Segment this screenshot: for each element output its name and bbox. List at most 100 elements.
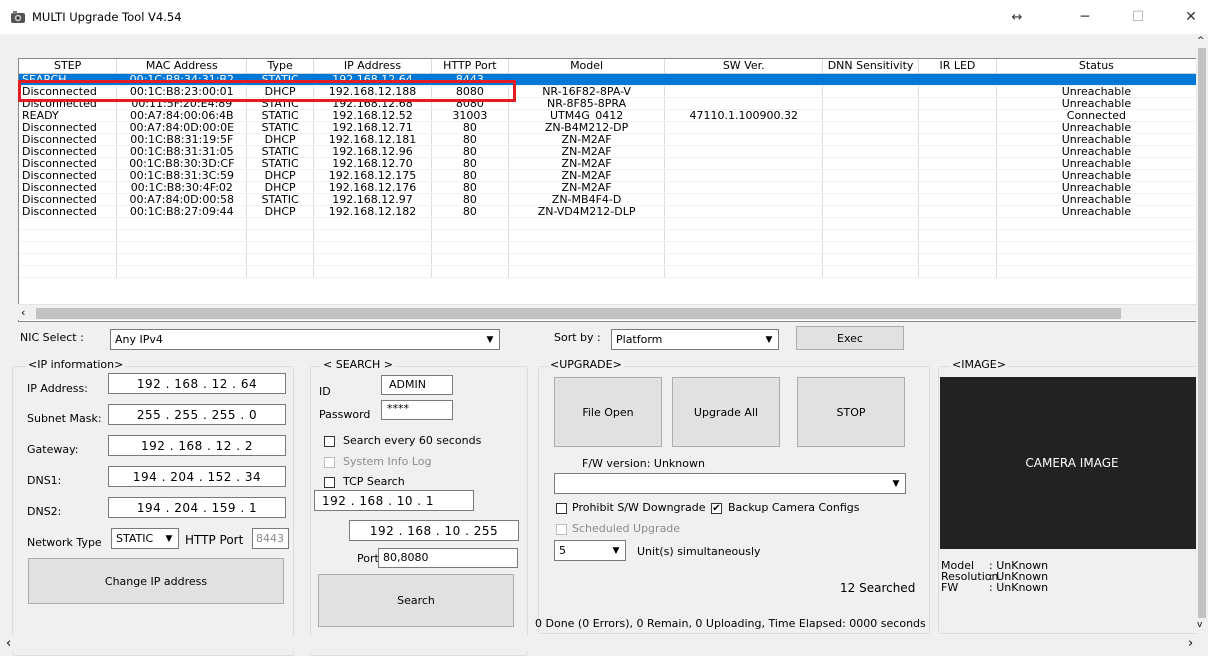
table-row[interactable]: Disconnected 00:A7:84:0D:00:0E STATIC 192.1… [19, 121, 1197, 134]
table-row[interactable]: Disconnected 00:1C:B8:31:31:05 STATIC 192.1… [19, 145, 1197, 158]
empty-cell [664, 265, 824, 278]
table-row[interactable]: Disconnected 00:1C:B8:31:3C:59 DHCP 192.168… [19, 169, 1197, 182]
column-header[interactable]: Model [508, 59, 666, 74]
upgrade-title: <UPGRADE> [548, 358, 624, 371]
table-cell: Unreachable [996, 121, 1197, 134]
column-header[interactable]: IP Address [313, 59, 432, 74]
backup-configs-checkbox[interactable]: ✔ [711, 503, 722, 514]
window-horizontal-scrollbar[interactable]: ‹ › [0, 636, 1208, 651]
password-field[interactable]: **** [381, 400, 453, 420]
empty-cell [996, 253, 1197, 266]
table-cell [918, 109, 997, 122]
table-cell: Unreachable [996, 193, 1197, 206]
column-header[interactable]: Status [996, 59, 1197, 74]
maximize-button[interactable]: ☐ [1121, 4, 1155, 30]
empty-cell [822, 241, 920, 254]
scroll-thumb[interactable] [36, 308, 1121, 319]
scroll-left-icon[interactable]: ‹ [6, 636, 11, 651]
change-ip-address-button[interactable]: Change IP address [28, 558, 284, 604]
chevron-down-icon: ▼ [486, 334, 494, 345]
close-button[interactable]: ✕ [1174, 4, 1208, 30]
scroll-down-icon[interactable]: v [1197, 620, 1202, 630]
table-cell [822, 85, 920, 98]
column-header[interactable]: DNN Sensitivity [822, 59, 920, 74]
units-select[interactable]: 5 ▼ [554, 540, 626, 561]
fw-label: FW [941, 581, 959, 594]
system-info-log-checkbox[interactable] [324, 457, 335, 468]
empty-cell [19, 265, 118, 278]
table-cell: STATIC [246, 109, 315, 122]
window-vertical-scrollbar[interactable]: ^ v [1196, 34, 1208, 636]
minimize-button[interactable]: ─ [1068, 4, 1102, 30]
table-row[interactable]: Disconnected 00:1C:B8:31:19:5F DHCP 192.168… [19, 133, 1197, 146]
empty-cell [19, 241, 118, 254]
vertical-scroll-thumb[interactable] [1198, 48, 1206, 618]
empty-cell [246, 253, 315, 266]
empty-cell [664, 253, 824, 266]
dns2-field[interactable]: 194 . 204 . 159 . 1 [108, 497, 286, 518]
dns1-field[interactable]: 194 . 204 . 152 . 34 [108, 466, 286, 487]
column-header[interactable]: IR LED [918, 59, 997, 74]
table-cell [664, 133, 824, 146]
search-end-ip-field[interactable]: 192 . 168 . 10 . 255 [349, 520, 519, 541]
column-header[interactable]: STEP [19, 59, 118, 74]
upgrade-all-button[interactable]: Upgrade All [672, 377, 780, 447]
table-cell: 192.168.12.96 [313, 145, 432, 158]
table-row[interactable]: READY 00:A7:84:00:06:4B STATIC 192.168.12.5… [19, 109, 1197, 122]
file-open-button[interactable]: File Open [554, 377, 662, 447]
table-cell: NR-16F82-8PA-V [508, 85, 666, 98]
empty-cell [664, 217, 824, 230]
http-port-field[interactable]: 8443 [252, 528, 289, 549]
stop-button[interactable]: STOP [797, 377, 905, 447]
table-horizontal-scrollbar[interactable]: ‹ [18, 304, 1198, 320]
empty-row [19, 229, 1197, 242]
exec-button[interactable]: Exec [796, 326, 904, 350]
scheduled-upgrade-checkbox[interactable] [556, 524, 567, 535]
table-cell [918, 205, 997, 218]
table-row[interactable]: Disconnected 00:1C:B8:27:09:44 DHCP 192.168… [19, 205, 1197, 218]
network-type-label: Network Type [27, 536, 102, 549]
port-field[interactable]: 80,8080 [378, 548, 518, 568]
table-row[interactable]: Disconnected 00:1C:B8:30:4F:02 DHCP 192.168… [19, 181, 1197, 194]
search-start-ip-field[interactable]: 192 . 168 . 10 . 1 [314, 490, 474, 511]
column-header[interactable]: MAC Address [116, 59, 248, 74]
table-cell: Disconnected [19, 133, 118, 146]
table-cell: DHCP [246, 205, 315, 218]
prohibit-downgrade-checkbox[interactable] [556, 503, 567, 514]
table-cell: 00:A7:84:0D:00:58 [116, 193, 248, 206]
subnet-mask-field[interactable]: 255 . 255 . 255 . 0 [108, 404, 286, 425]
status-bar-text: 0 Done (0 Errors), 0 Remain, 0 Uploading… [535, 617, 926, 630]
scroll-left-icon[interactable]: ‹ [21, 306, 25, 319]
table-cell [918, 145, 997, 158]
fw-file-select[interactable]: ▼ [554, 473, 906, 494]
search-button[interactable]: Search [318, 574, 514, 627]
search-every-checkbox[interactable] [324, 436, 335, 447]
table-cell: Disconnected [19, 181, 118, 194]
nic-select[interactable]: Any IPv4 ▼ [110, 329, 500, 350]
table-header: STEP MAC Address Type IP Address HTTP Port Mo… [19, 59, 1197, 74]
gateway-field[interactable]: 192 . 168 . 12 . 2 [108, 435, 286, 456]
empty-cell [822, 217, 920, 230]
table-cell: ZN-M2AF [508, 157, 666, 170]
table-cell: Unreachable [996, 181, 1197, 194]
scroll-up-icon[interactable]: ^ [1197, 36, 1205, 46]
empty-cell [19, 217, 118, 230]
table-cell: STATIC [246, 157, 315, 170]
table-row[interactable]: Disconnected 00:A7:84:0D:00:58 STATIC 192.1… [19, 193, 1197, 206]
column-header[interactable]: Type [246, 59, 315, 74]
table-cell: 192.168.12.52 [313, 109, 432, 122]
tcp-search-checkbox[interactable] [324, 477, 335, 488]
scroll-right-icon[interactable]: › [1188, 636, 1193, 651]
table-row[interactable]: Disconnected 00:1C:B8:30:3D:CF STATIC 192.1… [19, 157, 1197, 170]
id-field[interactable]: ADMIN [381, 375, 453, 395]
network-type-select[interactable]: STATIC ▼ [111, 528, 179, 549]
table-cell: 80 [431, 157, 509, 170]
column-header[interactable]: HTTP Port [431, 59, 509, 74]
ip-address-field[interactable]: 192 . 168 . 12 . 64 [108, 373, 286, 394]
sort-select[interactable]: Platform ▼ [611, 329, 779, 350]
network-type-value: STATIC [116, 532, 154, 545]
resize-arrows-icon[interactable]: ↔ [1000, 4, 1034, 30]
empty-cell [246, 217, 315, 230]
column-header[interactable]: SW Ver. [664, 59, 824, 74]
table-cell [918, 181, 997, 194]
